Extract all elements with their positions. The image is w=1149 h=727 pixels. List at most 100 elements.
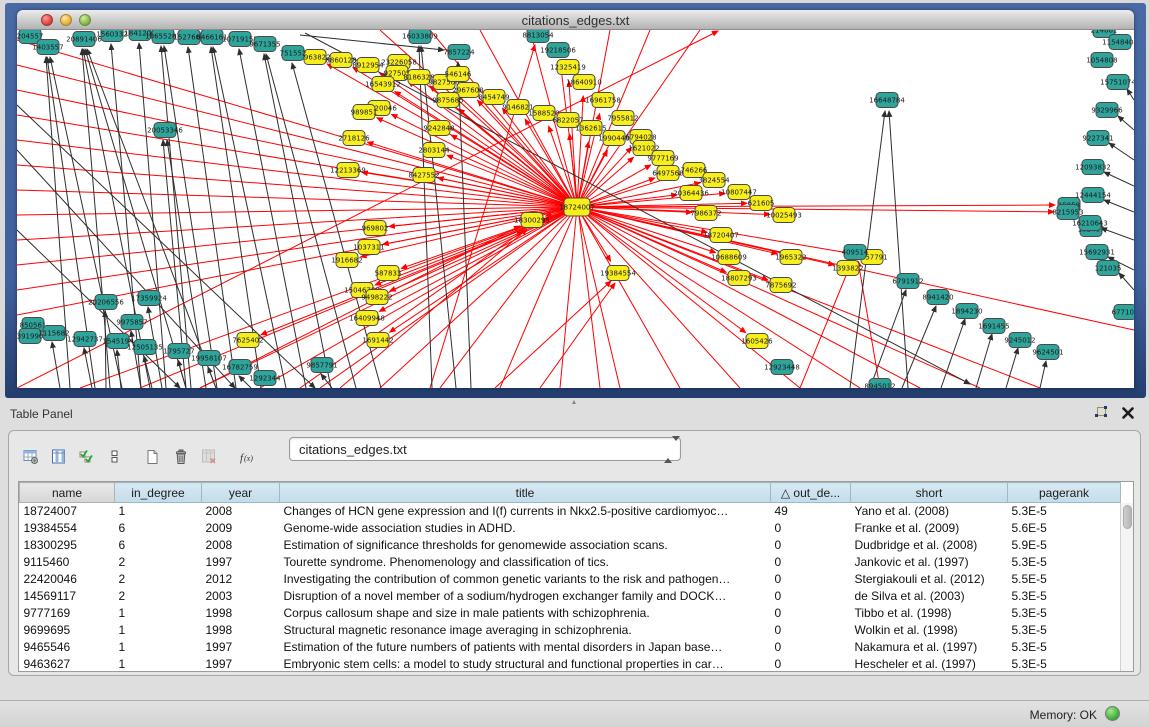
table-cell[interactable]: Estimation of significance thresholds fo…	[280, 537, 771, 554]
graph-node[interactable]: 1965322	[775, 250, 806, 265]
graph-node[interactable]: 9245012	[1004, 333, 1035, 348]
graph-node[interactable]: 16409948	[349, 311, 385, 326]
table-cell[interactable]: Investigating the contribution of common…	[280, 571, 771, 588]
graph-node[interactable]: 9777169	[647, 151, 678, 166]
graph-node[interactable]: 18807293	[721, 271, 757, 286]
table-cell[interactable]: 0	[771, 537, 851, 554]
table-row[interactable]: 1830029562008Estimation of significance …	[20, 537, 1121, 554]
table-cell[interactable]: 19384554	[20, 520, 115, 537]
table-cell[interactable]: Dudbridge et al. (2008)	[851, 537, 1008, 554]
table-cell[interactable]: 9115460	[20, 554, 115, 571]
table-cell[interactable]: Nakamura et al. (1997)	[851, 639, 1008, 656]
graph-node[interactable]: 546146	[445, 67, 472, 82]
table-cell[interactable]: 18724007	[20, 503, 115, 520]
table-selector-dropdown[interactable]: citations_edges.txt	[289, 437, 681, 461]
table-cell[interactable]: 2003	[202, 588, 280, 605]
graph-node[interactable]: 7986372	[690, 206, 721, 221]
table-cell[interactable]: 1998	[202, 605, 280, 622]
table-cell[interactable]: Embryonic stem cells: a model to study s…	[280, 656, 771, 673]
column-header-year[interactable]: year	[202, 483, 280, 503]
table-row[interactable]: 1938455462009Genome-wide association stu…	[20, 520, 1121, 537]
graph-node[interactable]: 7857224	[443, 45, 475, 60]
table-row[interactable]: 969969511998Structural magnetic resonanc…	[20, 622, 1121, 639]
graph-node[interactable]: 3824554	[698, 173, 730, 188]
table-cell[interactable]: 0	[771, 639, 851, 656]
graph-node[interactable]: 1795727	[163, 344, 194, 359]
graph-node[interactable]: 12923448	[764, 360, 800, 375]
table-cell[interactable]: 2008	[202, 537, 280, 554]
graph-node[interactable]: 6497568	[652, 166, 683, 181]
float-panel-icon[interactable]	[1093, 406, 1109, 422]
table-cell[interactable]: 0	[771, 520, 851, 537]
graph-node[interactable]: 1691442	[362, 333, 393, 348]
delete-table-icon[interactable]	[169, 444, 193, 470]
table-cell[interactable]: 1	[115, 622, 202, 639]
graph-node[interactable]: 1037311	[353, 240, 384, 255]
graph-node[interactable]: 1115682	[38, 326, 69, 341]
graph-node[interactable]: 9671355	[249, 37, 280, 52]
graph-node[interactable]: 7875692	[765, 278, 796, 293]
table-cell[interactable]: 2012	[202, 571, 280, 588]
table-cell[interactable]: 5.3E-5	[1008, 588, 1121, 605]
column-header-title[interactable]: title	[280, 483, 771, 503]
table-cell[interactable]: 5.5E-5	[1008, 571, 1121, 588]
graph-node[interactable]: 677109	[1112, 305, 1134, 320]
graph-node[interactable]: 1894230	[951, 304, 982, 319]
table-cell[interactable]: Stergiakouli et al. (2012)	[851, 571, 1008, 588]
table-cell[interactable]: 5.3E-5	[1008, 605, 1121, 622]
close-panel-icon[interactable]	[1121, 406, 1135, 420]
table-settings-icon[interactable]	[19, 444, 43, 470]
graph-node[interactable]: 8941420	[922, 290, 953, 305]
table-cell[interactable]: 0	[771, 588, 851, 605]
graph-node[interactable]: 12213369	[330, 163, 366, 178]
table-cell[interactable]: Corpus callosum shape and size in male p…	[280, 605, 771, 622]
graph-node[interactable]: 587833	[375, 266, 402, 281]
table-cell[interactable]: Hescheler et al. (1997)	[851, 656, 1008, 673]
graph-node[interactable]: 621605	[748, 196, 775, 211]
graph-node[interactable]: 9227341	[1082, 131, 1113, 146]
show-column-icon[interactable]	[47, 444, 71, 470]
graph-node[interactable]: 989851	[351, 105, 378, 120]
table-cell[interactable]: 5.3E-5	[1008, 622, 1121, 639]
table-cell[interactable]: 5.3E-5	[1008, 554, 1121, 571]
table-cell[interactable]: 0	[771, 622, 851, 639]
graph-node[interactable]: 1403557	[32, 40, 63, 55]
table-cell[interactable]: 0	[771, 571, 851, 588]
table-cell[interactable]: Structural magnetic resonance image aver…	[280, 622, 771, 639]
graph-node[interactable]: 1916682	[331, 253, 362, 268]
graph-node[interactable]: 9498222	[361, 290, 392, 305]
graph-node[interactable]: 1691455	[978, 319, 1009, 334]
table-cell[interactable]: 2	[115, 554, 202, 571]
table-cell[interactable]: 1	[115, 656, 202, 673]
table-cell[interactable]: 2008	[202, 503, 280, 520]
table-cell[interactable]: Genome-wide association studies in ADHD.	[280, 520, 771, 537]
graph-node[interactable]: 16648784	[869, 93, 905, 108]
table-row[interactable]: 1872400712008Changes of HCN gene express…	[20, 503, 1121, 520]
graph-node[interactable]: 17359924	[131, 291, 167, 306]
graph-node[interactable]: 751552	[280, 46, 307, 61]
graph-node[interactable]: 10688609	[711, 250, 747, 265]
table-cell[interactable]: 9777169	[20, 605, 115, 622]
graph-node[interactable]: 7625402	[232, 333, 263, 348]
function-builder-icon[interactable]: f(x)	[235, 444, 259, 470]
column-header-short[interactable]: short	[851, 483, 1008, 503]
table-cell[interactable]: Jankovic et al. (1997)	[851, 554, 1008, 571]
table-cell[interactable]: de Silva et al. (2003)	[851, 588, 1008, 605]
graph-node[interactable]: 1292344	[249, 371, 281, 386]
table-cell[interactable]: 18300295	[20, 537, 115, 554]
table-cell[interactable]: 1997	[202, 639, 280, 656]
table-cell[interactable]: 49	[771, 503, 851, 520]
graph-node[interactable]: 8912954	[352, 58, 384, 73]
table-row[interactable]: 946554611997Estimation of the future num…	[20, 639, 1121, 656]
table-cell[interactable]: 2	[115, 571, 202, 588]
graph-node[interactable]: 1393822	[832, 261, 863, 276]
graph-node[interactable]: 12942737	[67, 332, 103, 347]
graph-node[interactable]: 18640910	[566, 75, 602, 90]
table-cell[interactable]: 9463627	[20, 656, 115, 673]
table-cell[interactable]: 5.3E-5	[1008, 639, 1121, 656]
table-cell[interactable]: 6	[115, 520, 202, 537]
graph-node[interactable]: 20206556	[88, 295, 124, 310]
new-table-icon[interactable]	[141, 444, 165, 470]
table-cell[interactable]: 22420046	[20, 571, 115, 588]
table-row[interactable]: 946362711997Embryonic stem cells: a mode…	[20, 656, 1121, 673]
